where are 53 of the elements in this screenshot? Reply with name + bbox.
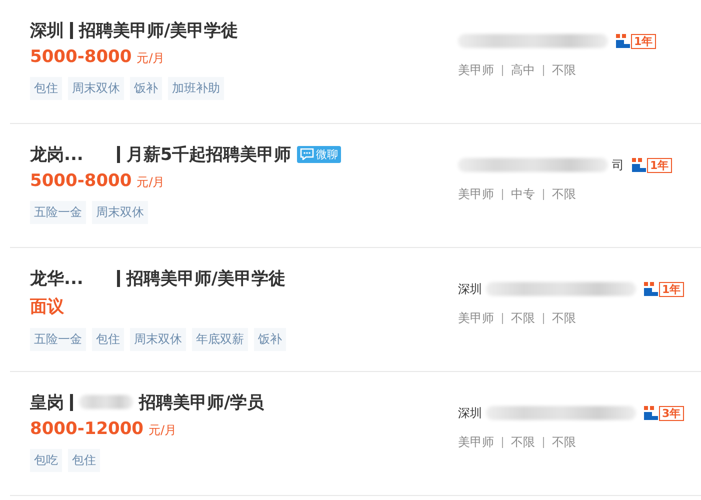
job-location: 龙华... [30,268,84,290]
benefit-tag: 包住 [92,328,124,351]
job-requirement: 美甲师 [458,310,494,327]
job-requirement: 美甲师 [458,62,494,79]
separator-bar [70,394,73,410]
job-requirement: 不限 [552,310,576,327]
salary-unit: 元/月 [136,50,165,67]
benefit-tag: 周末双休 [92,201,148,224]
benefit-tag: 包吃 [30,449,62,472]
benefit-tag: 饭补 [130,77,162,100]
job-title[interactable]: 招聘美甲师/美甲学徒 [79,18,238,42]
job-location: 龙岗... [30,144,84,166]
job-title[interactable]: 月薪5千起招聘美甲师 [126,142,292,166]
job-title[interactable]: 招聘美甲师/美甲学徒 [126,266,286,290]
job-requirement: 高中 [511,62,535,79]
salary: 5000-8000 [30,47,132,67]
job-requirement: 美甲师 [458,434,494,451]
benefit-tag: 包住 [68,449,100,472]
logo-icon [616,34,630,48]
salary: 8000-12000 [30,419,144,439]
salary: 面议 [30,296,64,318]
separator-bar [117,146,120,162]
job-location: 深圳 [30,20,64,42]
chat-bubble-icon [300,148,314,160]
benefit-tag: 周末双休 [130,328,186,351]
benefit-tag: 加班补助 [168,77,224,100]
logo-icon [644,282,658,296]
separator-bar [70,22,73,38]
benefit-tag: 年底双薪 [192,328,248,351]
logo-icon [644,406,658,420]
job-requirement: 美甲师 [458,186,494,203]
blurred-text [79,395,133,409]
job-requirement: 不限 [511,310,535,327]
benefit-tag: 包住 [30,77,62,100]
benefit-tag: 饭补 [254,328,286,351]
benefit-tag: 五险一金 [30,328,86,351]
salary-unit: 元/月 [148,422,177,439]
separator-bar [117,270,120,286]
salary-unit: 元/月 [136,174,165,191]
company-name[interactable]: 司 [612,156,624,174]
job-requirement: 不限 [552,186,576,203]
benefit-tag: 五险一金 [30,201,86,224]
salary: 5000-8000 [30,171,132,191]
company-name[interactable]: 深圳 [458,404,482,422]
job-requirement: 不限 [511,434,535,451]
logo-icon [632,158,646,172]
job-location: 皇岗 [30,392,64,414]
benefit-tag: 周末双休 [68,77,124,100]
job-title[interactable]: 招聘美甲师/学员 [139,390,264,414]
job-requirement: 不限 [552,62,576,79]
job-requirement: 不限 [552,434,576,451]
company-name[interactable]: 深圳 [458,280,482,298]
job-requirement: 中专 [511,186,535,203]
